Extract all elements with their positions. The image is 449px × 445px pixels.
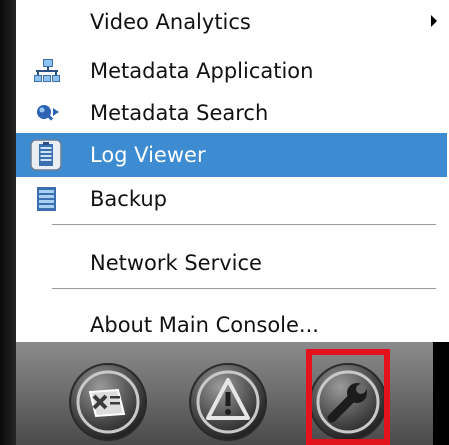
metadata-search-icon [37, 105, 59, 121]
metadata-application-icon [34, 59, 60, 82]
menu-item-backup[interactable]: Backup [16, 177, 447, 221]
selection-highlight-box [306, 349, 390, 445]
notes-button[interactable] [68, 362, 148, 442]
menu-item-label: Video Analytics [90, 10, 251, 34]
bottom-toolbar [16, 342, 433, 445]
menu-item-video-analytics[interactable]: Video Analytics [16, 0, 447, 44]
menu-item-label: Log Viewer [90, 143, 206, 167]
warning-button[interactable] [188, 362, 268, 442]
menu-item-log-viewer[interactable]: Log Viewer [16, 133, 447, 177]
menu-item-label: Network Service [90, 251, 262, 275]
left-panel-edge [0, 0, 16, 445]
menu-item-metadata-application[interactable]: Metadata Application [16, 49, 447, 93]
submenu-arrow-icon [431, 15, 437, 27]
menu-item-label: Backup [90, 187, 167, 211]
menu-item-metadata-search[interactable]: Metadata Search [16, 91, 447, 135]
menu-item-about-main-console[interactable]: About Main Console... [16, 303, 447, 347]
backup-icon [37, 187, 56, 211]
menu-separator [52, 288, 436, 290]
menu-item-label: Metadata Search [90, 101, 269, 125]
notes-icon [88, 388, 126, 418]
menu-separator [52, 224, 436, 226]
menu-item-label: About Main Console... [90, 313, 319, 337]
menu-item-label: Metadata Application [90, 59, 314, 83]
menu-item-network-service[interactable]: Network Service [16, 241, 447, 285]
log-viewer-icon [30, 139, 62, 171]
context-menu: Video Analytics Metadata Application Met… [16, 0, 449, 342]
